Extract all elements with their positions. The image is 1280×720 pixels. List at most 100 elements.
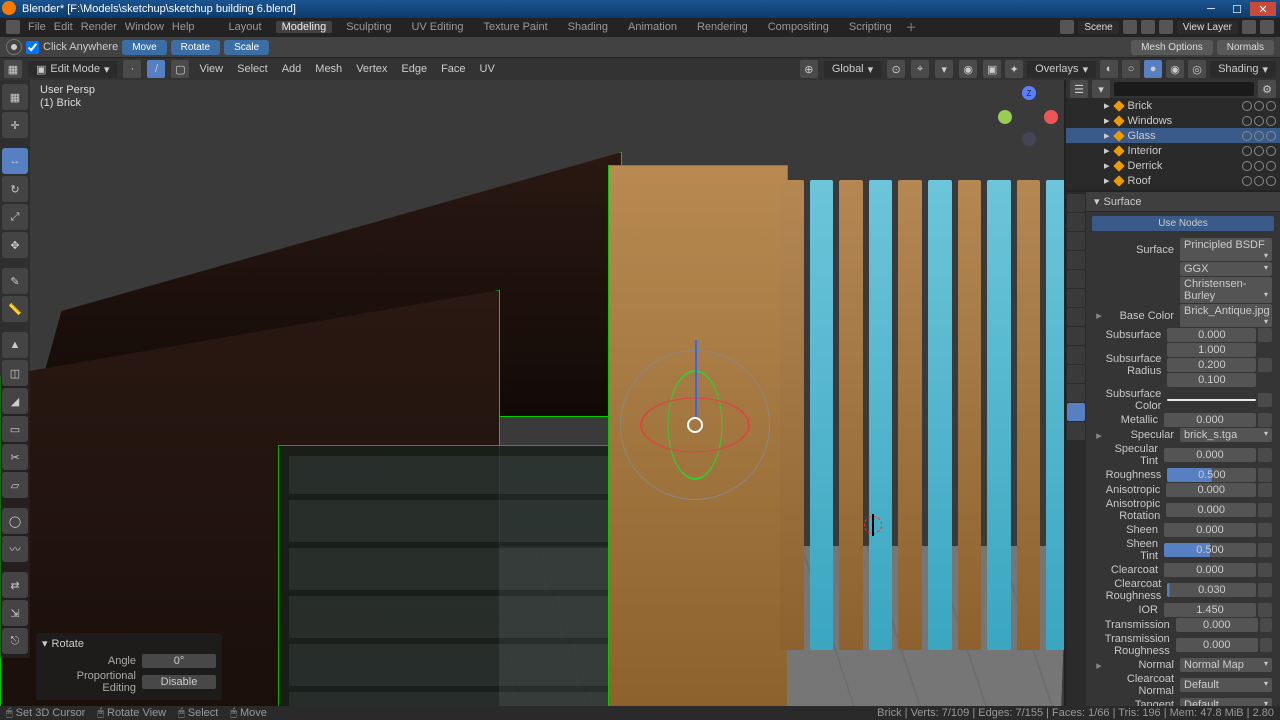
workspace-modeling[interactable]: Modeling bbox=[276, 21, 333, 33]
ptab-object[interactable] bbox=[1067, 289, 1085, 307]
viewlayer-name[interactable]: View Layer bbox=[1177, 21, 1238, 34]
value-menu-icon[interactable] bbox=[1258, 583, 1272, 597]
value-menu-icon[interactable] bbox=[1258, 523, 1272, 537]
render-icon[interactable] bbox=[1266, 101, 1276, 111]
property-value[interactable]: 0.000 bbox=[1167, 328, 1256, 342]
value-menu-icon[interactable] bbox=[1258, 328, 1272, 342]
outliner-type-icon[interactable]: ☰ bbox=[1070, 80, 1088, 98]
property-value[interactable]: 0.100 bbox=[1167, 373, 1256, 387]
visibility-icon[interactable] bbox=[1242, 176, 1252, 186]
property-value[interactable]: brick_s.tga bbox=[1180, 428, 1272, 442]
outliner-filter-icon[interactable]: ⚙ bbox=[1258, 80, 1276, 98]
render-icon[interactable] bbox=[1266, 161, 1276, 171]
wire-shade-icon[interactable]: ○ bbox=[1122, 60, 1140, 78]
scene-name[interactable]: Scene bbox=[1078, 21, 1118, 34]
value-menu-icon[interactable] bbox=[1258, 483, 1272, 497]
ptab-constraint[interactable] bbox=[1067, 365, 1085, 383]
menu-file[interactable]: File bbox=[28, 21, 46, 33]
angle-value[interactable]: 0° bbox=[142, 654, 216, 668]
axis-x-icon[interactable] bbox=[1044, 110, 1058, 124]
value-menu-icon[interactable] bbox=[1258, 393, 1272, 407]
workspace-compositing[interactable]: Compositing bbox=[762, 21, 835, 33]
camera-to-view-icon[interactable]: ▣ bbox=[983, 60, 1001, 78]
menu-view[interactable]: View bbox=[195, 63, 227, 75]
value-menu-icon[interactable] bbox=[1258, 448, 1272, 462]
workspace-add[interactable]: ＋ bbox=[906, 19, 917, 35]
workspace-sculpting[interactable]: Sculpting bbox=[340, 21, 397, 33]
visibility-icon[interactable] bbox=[1242, 116, 1252, 126]
minimize-button[interactable]: ─ bbox=[1198, 2, 1224, 16]
selectable-icon[interactable] bbox=[1254, 176, 1264, 186]
ptab-world[interactable] bbox=[1067, 270, 1085, 288]
viewlayer-add-button[interactable] bbox=[1242, 20, 1256, 34]
property-value[interactable]: Default bbox=[1180, 678, 1272, 692]
outliner-item[interactable]: ▸Interior bbox=[1066, 143, 1280, 158]
outliner-view-icon[interactable]: ▾ bbox=[1092, 80, 1110, 98]
property-value[interactable]: 1.450 bbox=[1164, 603, 1256, 617]
ptab-material[interactable] bbox=[1067, 403, 1085, 421]
property-value[interactable]: 0.030 bbox=[1167, 583, 1256, 597]
selectable-icon[interactable] bbox=[1254, 101, 1264, 111]
menu-add[interactable]: Add bbox=[278, 63, 306, 75]
render-icon[interactable] bbox=[1266, 176, 1276, 186]
selectable-icon[interactable] bbox=[1254, 131, 1264, 141]
rotate-tool[interactable]: ↻ bbox=[2, 176, 28, 202]
outliner-item[interactable]: ▸Glass bbox=[1066, 128, 1280, 143]
property-value[interactable]: GGX bbox=[1180, 262, 1272, 276]
property-value[interactable]: 0.000 bbox=[1164, 448, 1256, 462]
property-value[interactable]: Brick_Antique.jpg bbox=[1180, 304, 1272, 327]
inset-tool[interactable]: ◫ bbox=[2, 360, 28, 386]
property-value[interactable]: 0.000 bbox=[1164, 563, 1256, 577]
visibility-icon[interactable] bbox=[1242, 146, 1252, 156]
viewlayer-del-button[interactable] bbox=[1260, 20, 1274, 34]
menu-face[interactable]: Face bbox=[437, 63, 469, 75]
visibility-icon[interactable] bbox=[1242, 131, 1252, 141]
edgeslide-tool[interactable]: ⇄ bbox=[2, 572, 28, 598]
visibility-icon[interactable] bbox=[1242, 101, 1252, 111]
normals-button[interactable]: Normals bbox=[1217, 40, 1274, 55]
move-tool[interactable]: ↔ bbox=[2, 148, 28, 174]
render-icon[interactable] bbox=[1266, 131, 1276, 141]
property-value[interactable]: Christensen-Burley bbox=[1180, 277, 1272, 303]
ptab-scene[interactable] bbox=[1067, 251, 1085, 269]
selectable-icon[interactable] bbox=[1254, 116, 1264, 126]
knife-tool[interactable]: ✂ bbox=[2, 444, 28, 470]
outliner-item[interactable]: ▸Brick bbox=[1066, 98, 1280, 113]
orientation-icon[interactable]: ⊕ bbox=[800, 60, 818, 78]
smooth-tool[interactable]: 〰 bbox=[2, 536, 28, 562]
expand-icon[interactable]: ▸ bbox=[1094, 429, 1104, 442]
property-value[interactable]: Normal Map bbox=[1180, 658, 1272, 672]
ptab-viewlayer[interactable] bbox=[1067, 232, 1085, 250]
menu-edit[interactable]: Edit bbox=[54, 21, 73, 33]
outliner[interactable]: ☰ ▾ ⚙ ▸Brick▸Windows▸Glass▸Interior▸Derr… bbox=[1066, 80, 1280, 192]
value-menu-icon[interactable] bbox=[1258, 563, 1272, 577]
3d-viewport[interactable]: Z ▦ ✛ ↔ ↻ ⤢ ✥ ✎ 📏 ▲ ◫ ◢ ▭ ✂ ▱ ◯ 〰 bbox=[0, 80, 1064, 706]
menu-help[interactable]: Help bbox=[172, 21, 195, 33]
extrude-tool[interactable]: ▲ bbox=[2, 332, 28, 358]
property-value[interactable]: Principled BSDF bbox=[1180, 238, 1272, 261]
outliner-item[interactable]: ▸Derrick bbox=[1066, 158, 1280, 173]
polybuild-tool[interactable]: ▱ bbox=[2, 472, 28, 498]
workspace-animation[interactable]: Animation bbox=[622, 21, 683, 33]
annotate-tool[interactable]: ✎ bbox=[2, 268, 28, 294]
property-value[interactable]: 0.200 bbox=[1167, 358, 1256, 372]
property-value[interactable]: 0.000 bbox=[1166, 503, 1256, 517]
select-box-tool[interactable]: ▦ bbox=[2, 84, 28, 110]
color-swatch[interactable] bbox=[1167, 399, 1256, 401]
axis-z-icon[interactable]: Z bbox=[1022, 86, 1036, 100]
xray-icon[interactable]: ◐ bbox=[1100, 60, 1118, 78]
surface-panel-head[interactable]: ▾Surface bbox=[1086, 192, 1280, 212]
transform-gizmo[interactable] bbox=[620, 350, 770, 500]
selectable-icon[interactable] bbox=[1254, 161, 1264, 171]
axis-y-icon[interactable] bbox=[998, 110, 1012, 124]
expand-icon[interactable]: ▸ bbox=[1094, 309, 1104, 322]
property-value[interactable]: 0.000 bbox=[1176, 638, 1258, 652]
ptab-data[interactable] bbox=[1067, 384, 1085, 402]
property-value[interactable]: 1.000 bbox=[1167, 343, 1256, 357]
value-menu-icon[interactable] bbox=[1260, 638, 1272, 652]
axis-neg-icon[interactable] bbox=[1022, 132, 1036, 146]
snap-type-icon[interactable]: ▾ bbox=[935, 60, 953, 78]
orientation-dropdown[interactable]: Global▾ bbox=[824, 61, 881, 78]
property-value[interactable]: 0.000 bbox=[1164, 413, 1256, 427]
operator-panel[interactable]: ▾Rotate Angle0° Proportional EditingDisa… bbox=[36, 633, 222, 700]
